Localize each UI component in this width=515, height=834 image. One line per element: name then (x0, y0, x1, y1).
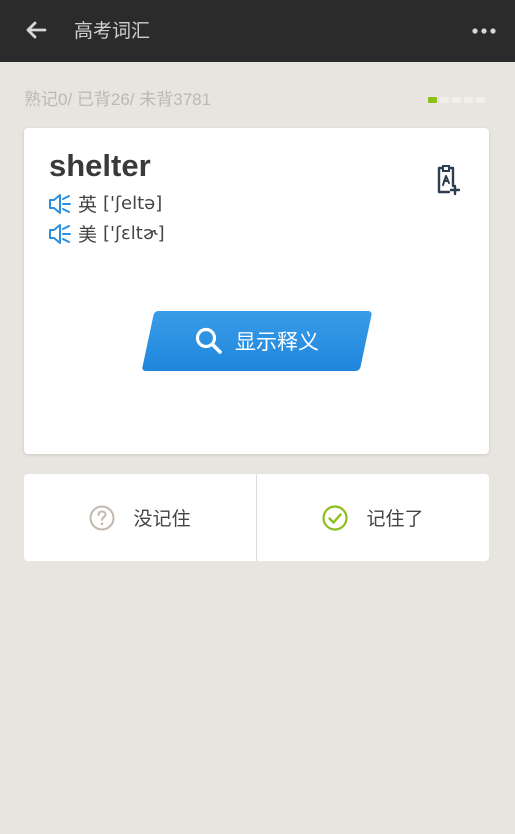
page-dot (464, 97, 473, 103)
remembered-label: 记住了 (366, 508, 424, 530)
page-dot (452, 97, 461, 103)
us-label: 美 (78, 224, 98, 246)
forgot-label: 没记住 (133, 508, 191, 530)
button-content: 显示释义 (148, 311, 366, 371)
answer-bar: 没记住 记住了 (24, 474, 489, 561)
speaker-icon (49, 223, 71, 244)
us-pronunciation[interactable]: 美 ['ʃɛltɚ] (48, 220, 165, 247)
more-button[interactable] (469, 18, 499, 44)
word-card: shelter 英 ['ʃeltə] 美 ['ʃɛltɚ] 显示释义 (24, 128, 489, 454)
page-dot (476, 97, 485, 103)
top-bar: 高考词汇 (0, 0, 515, 62)
us-phonetic: ['ʃɛltɚ] (103, 223, 165, 244)
uk-label: 英 (78, 194, 98, 216)
word-text: shelter (49, 148, 151, 183)
back-button[interactable] (20, 14, 52, 46)
question-circle-icon (89, 505, 115, 530)
progress-stats: 熟记0/ 已背26/ 未背3781 (24, 90, 212, 109)
search-icon (195, 327, 222, 354)
show-definition-button[interactable]: 显示释义 (141, 311, 373, 371)
remembered-button[interactable]: 记住了 (257, 474, 489, 561)
page-indicator (428, 97, 485, 103)
add-to-wordbook-button[interactable] (435, 164, 461, 196)
uk-pronunciation[interactable]: 英 ['ʃeltə] (48, 190, 162, 217)
check-circle-icon (322, 504, 349, 531)
add-to-wordbook-icon (437, 165, 461, 196)
more-dots-icon (472, 28, 496, 34)
page-title: 高考词汇 (74, 20, 151, 42)
forgot-button[interactable]: 没记住 (24, 474, 256, 561)
speaker-icon (49, 193, 71, 214)
arrow-left-icon (26, 21, 47, 39)
uk-phonetic: ['ʃeltə] (103, 193, 163, 214)
page-dot-active (428, 97, 437, 103)
page-dot (440, 97, 449, 103)
show-definition-label: 显示释义 (235, 330, 319, 354)
